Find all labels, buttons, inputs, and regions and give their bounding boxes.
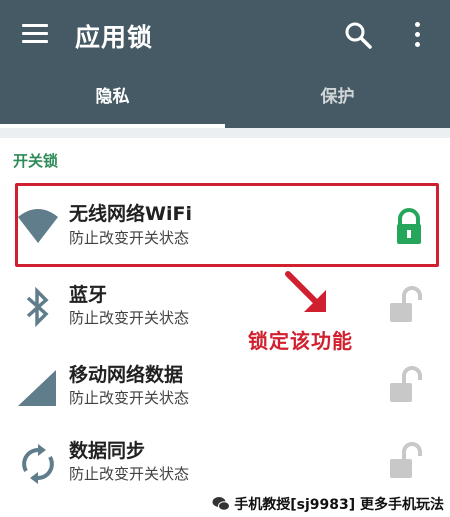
item-title: 移动网络数据	[69, 364, 184, 386]
sync-icon	[16, 442, 60, 486]
watermark-text: 手机教授[sj9983] 更多手机玩法	[234, 497, 444, 513]
watermark: 手机教授[sj9983] 更多手机玩法	[208, 491, 448, 517]
highlight-box	[15, 183, 439, 267]
item-subtitle: 防止改变开关状态	[69, 309, 190, 327]
tab-privacy[interactable]: 隐私	[0, 82, 225, 126]
lock-open-icon[interactable]	[388, 366, 422, 406]
tab-protect[interactable]: 保护	[225, 82, 450, 126]
page-title: 应用锁	[75, 23, 154, 52]
list-item-mobile-data[interactable]: 移动网络数据 防止改变开关状态	[0, 352, 450, 432]
list-item-bluetooth[interactable]: 蓝牙 防止改变开关状态	[0, 272, 450, 352]
search-icon[interactable]	[343, 20, 373, 50]
annotation-text: 锁定该功能	[248, 329, 353, 353]
item-title: 蓝牙	[69, 284, 108, 306]
lock-open-icon[interactable]	[388, 442, 422, 482]
tab-privacy-label: 隐私	[95, 87, 130, 107]
bluetooth-icon	[16, 286, 60, 330]
divider	[0, 128, 450, 138]
annotation-arrow-icon	[282, 270, 332, 318]
lock-open-icon[interactable]	[388, 286, 422, 326]
app-bar: 应用锁 隐私 保护	[0, 0, 450, 128]
menu-icon[interactable]	[22, 22, 48, 44]
item-subtitle: 防止改变开关状态	[69, 465, 190, 483]
tab-protect-label: 保护	[320, 87, 355, 107]
item-subtitle: 防止改变开关状态	[69, 389, 190, 407]
section-header: 开关锁	[13, 152, 59, 170]
cellular-signal-icon	[16, 366, 60, 410]
item-title: 数据同步	[69, 440, 146, 462]
wechat-icon	[212, 496, 231, 512]
more-options-icon[interactable]	[413, 22, 423, 48]
